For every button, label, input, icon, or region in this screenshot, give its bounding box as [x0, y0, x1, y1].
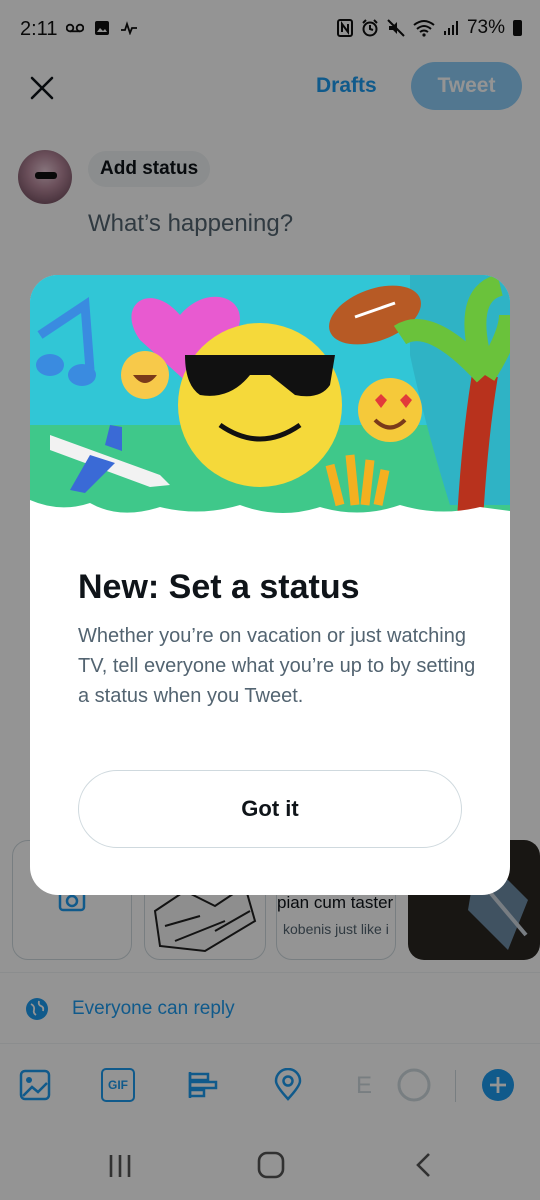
dialog-body: Whether you’re on vacation or just watch… — [78, 625, 476, 707]
dialog-title: New: Set a status — [78, 568, 360, 606]
set-status-dialog: New: Set a status Whether you’re on vaca… — [30, 275, 510, 895]
got-it-button[interactable]: Got it — [78, 770, 462, 848]
status-hero-illustration — [30, 275, 510, 520]
compose-tweet-screen: 2:11 73% Drafts Tweet Add status What’s … — [0, 0, 540, 1200]
